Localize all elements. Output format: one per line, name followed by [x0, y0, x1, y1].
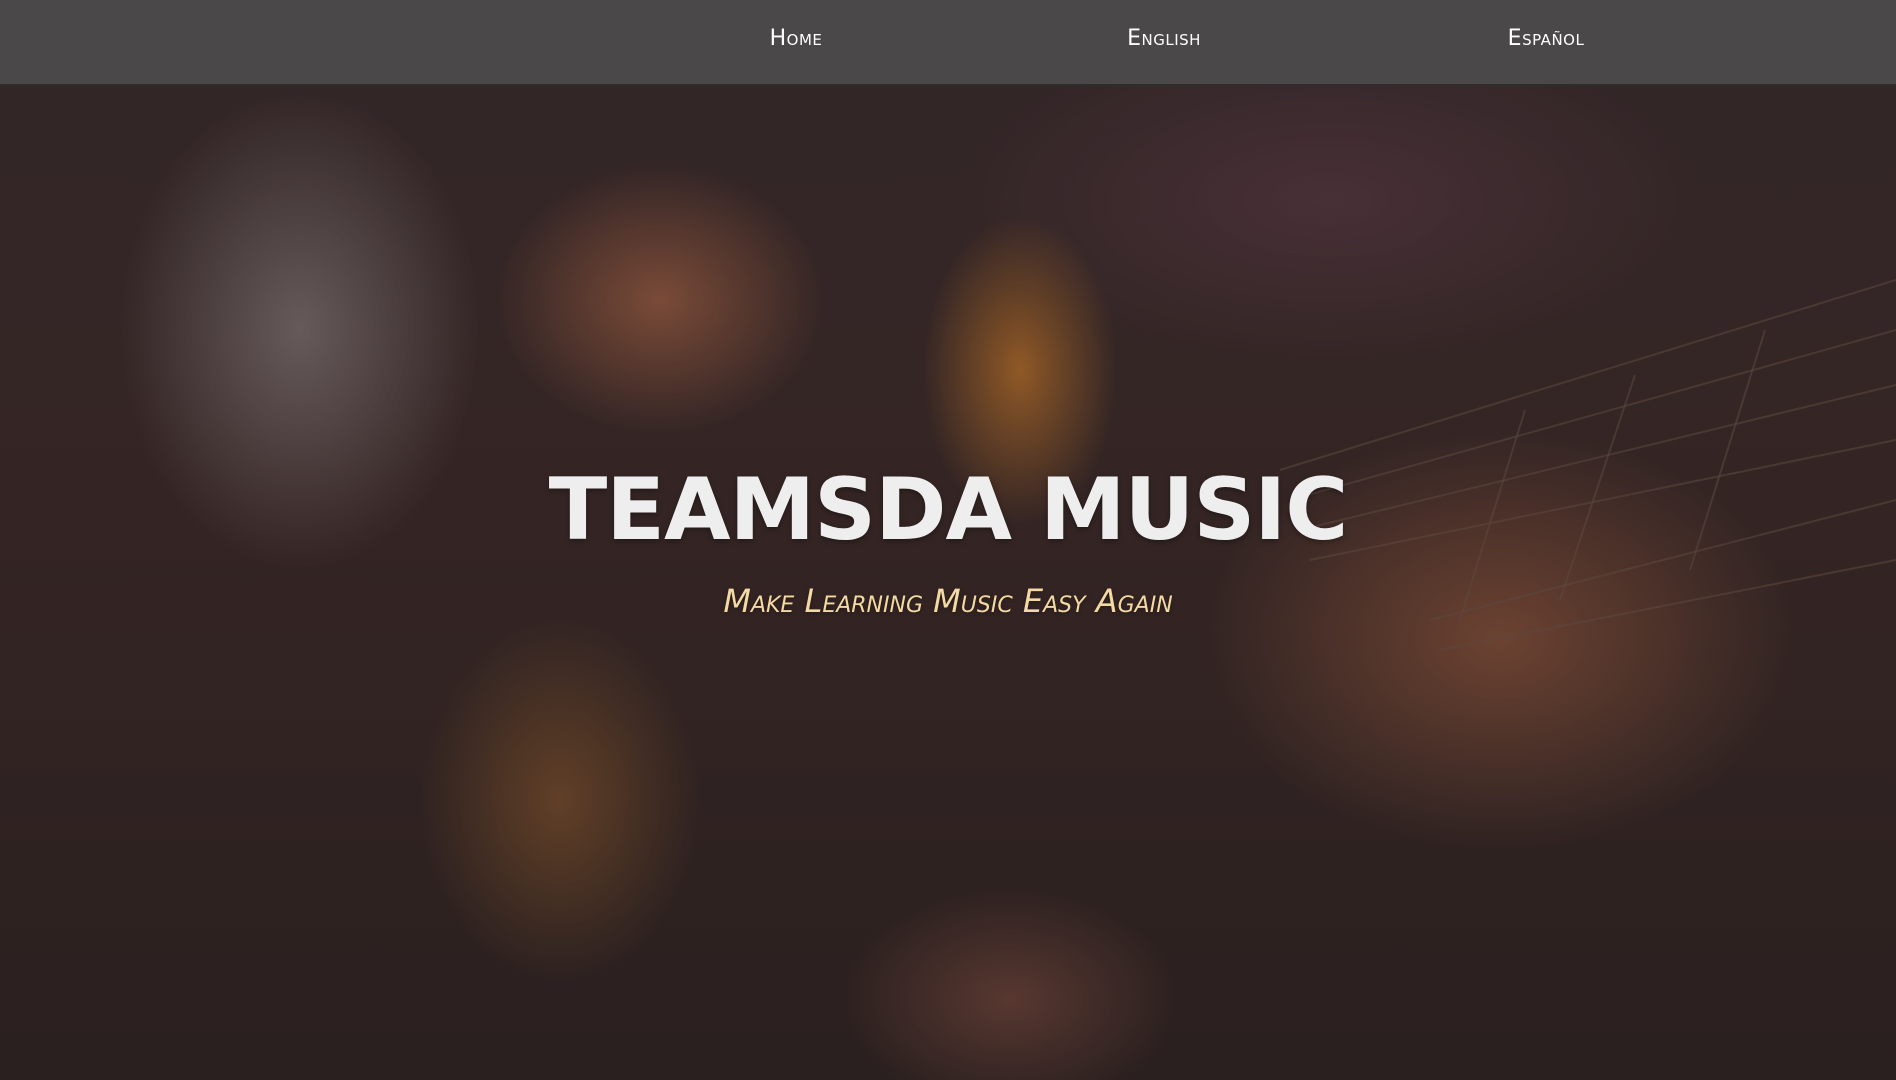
nav-english-link[interactable]: English — [1127, 26, 1201, 51]
page: Home English Español TEAMSDA MUSIC Make … — [0, 0, 1896, 1080]
hero-subtitle: Make Learning Music Easy Again — [723, 582, 1173, 620]
hero-title: TEAMSDA MUSIC — [548, 460, 1349, 560]
top-navbar: Home English Español — [0, 0, 1896, 86]
nav-espanol-link[interactable]: Español — [1508, 26, 1585, 51]
nav-home-link[interactable]: Home — [770, 26, 823, 51]
